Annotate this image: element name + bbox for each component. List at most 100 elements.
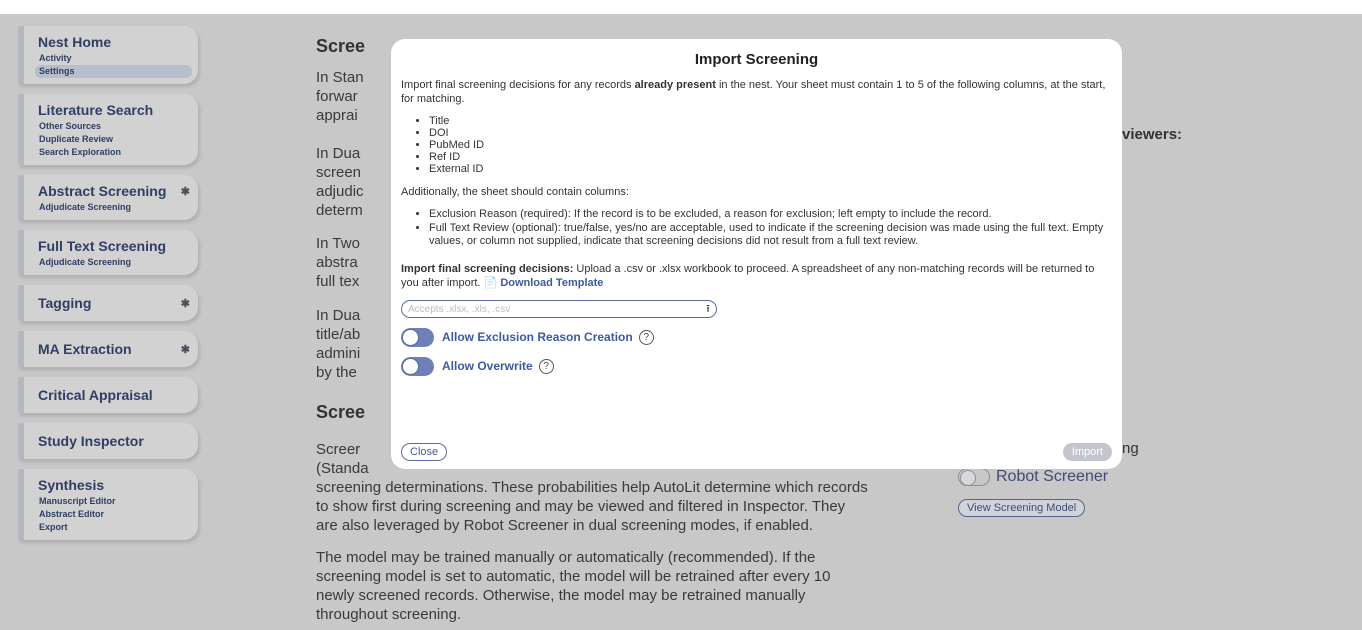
text-line: title/ab: [316, 326, 361, 343]
sidebar-item-title[interactable]: Literature Search: [38, 100, 190, 120]
import-screening-modal: Import Screening Import final screening …: [391, 39, 1122, 469]
paragraph-model-1: screening determinations. These probabil…: [316, 478, 956, 535]
upload-icon: ⭱: [706, 302, 710, 315]
text-line: abstra: [316, 254, 358, 271]
match-column-item: Title: [429, 115, 1112, 127]
overwrite-label: Allow Overwrite: [442, 359, 533, 373]
sidebar-item-label: MA Extraction: [38, 341, 132, 357]
sidebar-subitem[interactable]: Activity: [38, 52, 190, 65]
sidebar-group-critical-appraisal: Critical Appraisal: [18, 377, 198, 413]
sidebar-item-title[interactable]: Nest Home: [38, 32, 190, 52]
sidebar: Nest Home Activity Settings Literature Sear…: [18, 26, 198, 550]
sidebar-item-label: Study Inspector: [38, 433, 144, 449]
gear-icon[interactable]: ✱: [181, 185, 190, 198]
text-line: In Dua: [316, 307, 361, 324]
close-button[interactable]: Close: [401, 443, 448, 461]
paragraph-dual: In Dua screen adjudic determ: [316, 144, 364, 220]
text-line: admini: [316, 345, 361, 362]
text-line: full tex: [316, 273, 360, 290]
gear-icon[interactable]: ✱: [181, 297, 190, 310]
view-screening-model-button[interactable]: View Screening Model: [958, 499, 1086, 517]
help-icon[interactable]: ?: [638, 329, 654, 345]
match-columns-list: TitleDOIPubMed IDRef IDExternal ID: [401, 115, 1112, 175]
sidebar-item-title[interactable]: Full Text Screening: [38, 236, 190, 256]
modal-footer: Close Import: [401, 443, 1112, 461]
modal-title: Import Screening: [694, 51, 819, 68]
sidebar-group-abstract-screening: Abstract Screening ✱ Adjudicate Screening: [18, 175, 198, 220]
robot-screener-toggle[interactable]: [958, 468, 990, 486]
text-line: throughout screening.: [316, 606, 462, 623]
paragraph-two-pass: In Two abstra full tex: [316, 234, 360, 291]
sidebar-item-title[interactable]: Tagging ✱: [38, 293, 190, 313]
paragraph-model-2: The model may be trained manually or aut…: [316, 548, 956, 624]
sidebar-subitem[interactable]: Adjudicate Screening: [38, 201, 190, 214]
top-bar: [0, 0, 1362, 14]
sidebar-item-title[interactable]: Synthesis: [38, 475, 190, 495]
paragraph-model-intro: Screer (Standa: [316, 440, 369, 478]
sidebar-item-label: Critical Appraisal: [38, 387, 153, 403]
file-icon: 📄: [483, 277, 498, 289]
download-template-label: Download Template: [500, 277, 604, 289]
sidebar-group-ma-extraction: MA Extraction ✱: [18, 331, 198, 367]
file-upload-input[interactable]: Accepts .xlsx, .xls, .csv ⭱: [401, 300, 717, 318]
extra-columns-list: Exclusion Reason (required): If the reco…: [401, 208, 1112, 248]
text-line: screening model is set to automatic, the…: [316, 568, 831, 585]
setting-label-fragment: ng: [1122, 440, 1139, 457]
intro-text: Import final screening decisions for any…: [401, 79, 635, 91]
section-heading-2: Scree: [316, 402, 366, 422]
sidebar-item-title[interactable]: Critical Appraisal: [38, 385, 190, 405]
match-column-item: DOI: [429, 127, 1112, 139]
section-heading: Scree: [316, 36, 366, 56]
import-bold: Import final screening decisions:: [401, 263, 574, 275]
sidebar-item-title[interactable]: Study Inspector: [38, 431, 190, 451]
help-icon[interactable]: ?: [538, 358, 554, 374]
import-instructions: Import final screening decisions: Upload…: [401, 262, 1112, 290]
match-column-item: PubMed ID: [429, 139, 1112, 151]
sidebar-subitem[interactable]: Export: [38, 521, 190, 534]
text-line: to show first during screening and may b…: [316, 498, 846, 515]
match-column-item: Ref ID: [429, 151, 1112, 163]
additional-columns-text: Additionally, the sheet should contain c…: [401, 186, 629, 198]
overwrite-toggle-row: Allow Overwrite ?: [401, 356, 1112, 376]
download-template-link[interactable]: 📄 Download Template: [484, 277, 604, 289]
exclusion-reason-toggle-row: Allow Exclusion Reason Creation ?: [401, 327, 1112, 347]
text-line: In Two: [316, 235, 360, 252]
sidebar-group-literature-search: Literature Search Other Sources Duplicate …: [18, 94, 198, 165]
gear-icon[interactable]: ✱: [181, 343, 190, 356]
sidebar-group-tagging: Tagging ✱: [18, 285, 198, 321]
overwrite-toggle[interactable]: [401, 356, 434, 376]
sidebar-subitem[interactable]: Other Sources: [38, 120, 190, 133]
text-line: In Dua: [316, 145, 361, 162]
sidebar-item-label: Literature Search: [38, 102, 154, 118]
modal-intro: Import final screening decisions for any…: [401, 78, 1112, 106]
sidebar-item-title[interactable]: Abstract Screening ✱: [38, 181, 190, 201]
exclusion-reason-label: Allow Exclusion Reason Creation: [442, 330, 633, 344]
text-line: newly screened records. Otherwise, the m…: [316, 587, 806, 604]
import-button[interactable]: Import: [1062, 443, 1112, 461]
match-column-item: External ID: [429, 163, 1112, 175]
text-line: are also leveraged by Robot Screener in …: [316, 517, 813, 534]
paragraph-dual-2: In Dua title/ab admini by the: [316, 306, 360, 382]
text-line: screen: [316, 164, 362, 181]
sidebar-subitem[interactable]: Manuscript Editor: [38, 495, 190, 508]
sidebar-subitem[interactable]: Duplicate Review: [38, 133, 190, 146]
paragraph-standard: In Stan forwar apprai: [316, 68, 364, 125]
sidebar-subitem[interactable]: Abstract Editor: [38, 508, 190, 521]
text-line: determ: [316, 202, 363, 219]
sidebar-item-label: Abstract Screening: [38, 183, 167, 199]
sidebar-item-title[interactable]: MA Extraction ✱: [38, 339, 190, 359]
sidebar-subitem[interactable]: Adjudicate Screening: [38, 256, 190, 269]
exclusion-reason-toggle[interactable]: [401, 327, 434, 347]
sidebar-item-label: Full Text Screening: [38, 238, 167, 254]
sidebar-group-synthesis: Synthesis Manuscript Editor Abstract Edito…: [18, 469, 198, 540]
text-line: (Standa: [316, 460, 369, 477]
sidebar-group-study-inspector: Study Inspector: [18, 423, 198, 459]
text-line: In Stan: [316, 69, 364, 86]
text-line: by the: [316, 364, 357, 381]
robot-screener-label: Robot Screener: [996, 468, 1109, 486]
sidebar-subitem[interactable]: Settings: [35, 65, 192, 78]
sidebar-subitem[interactable]: Search Exploration: [38, 146, 190, 159]
text-line: forwar: [316, 88, 358, 105]
intro-bold: already present: [634, 79, 716, 91]
robot-screener-row: Robot Screener: [958, 468, 1108, 486]
